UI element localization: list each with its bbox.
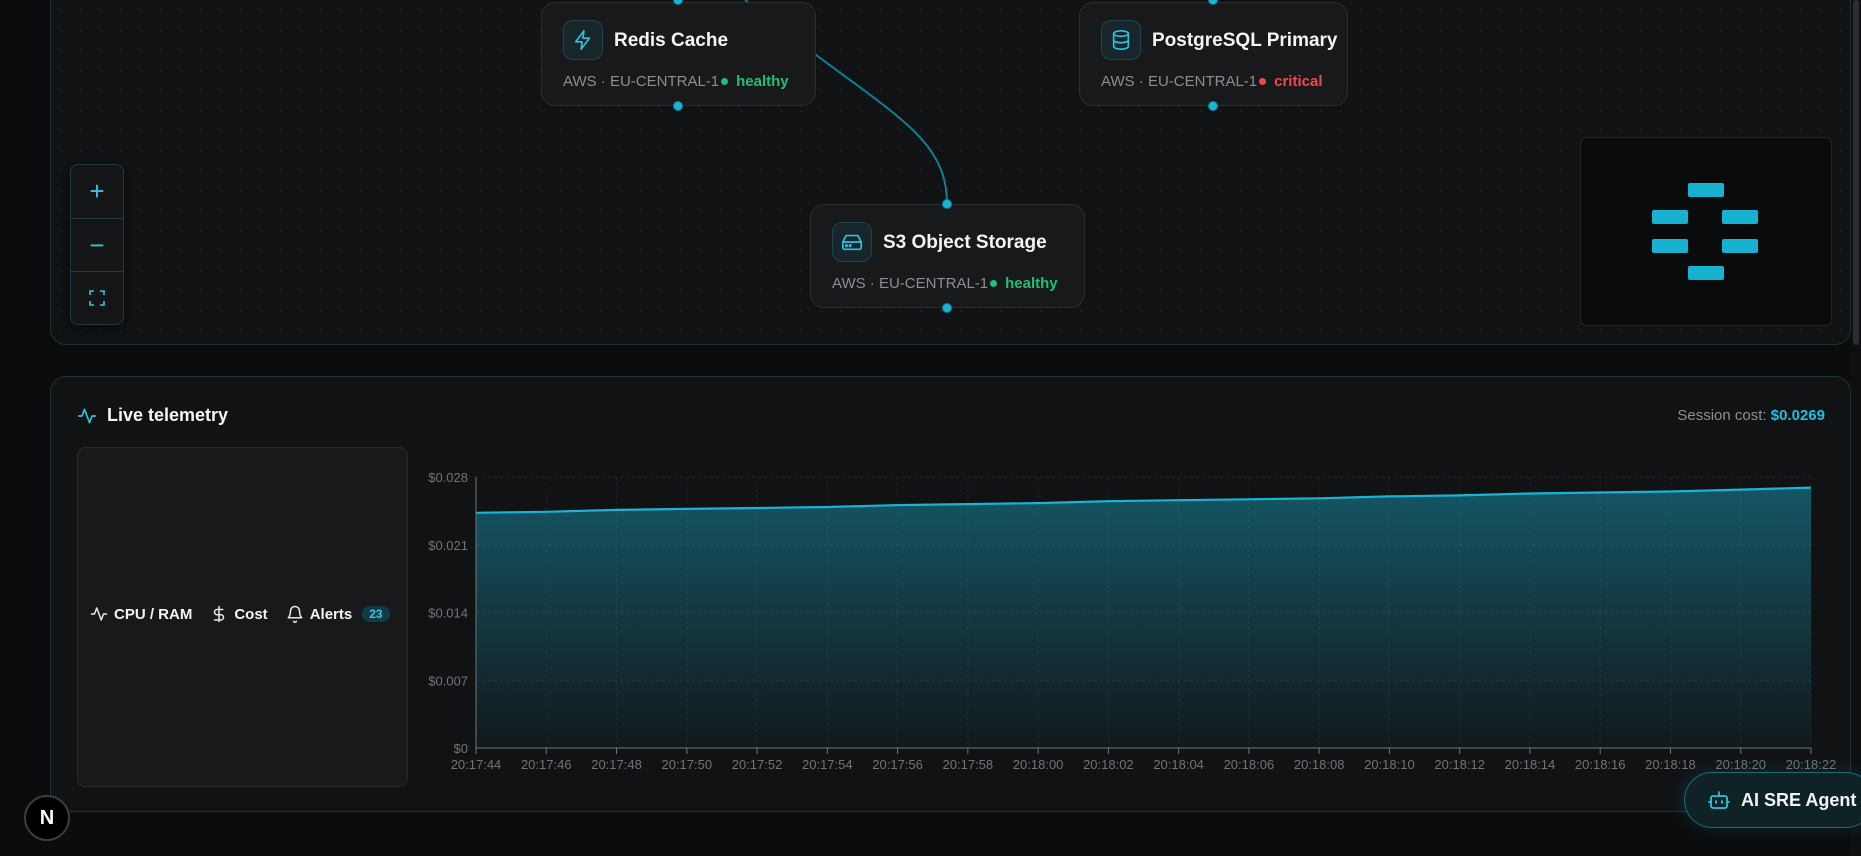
y-tick-label: $0.021 <box>428 538 468 553</box>
x-tick-label: 20:17:58 <box>943 757 994 772</box>
x-tick-label: 20:17:46 <box>521 757 572 772</box>
x-tick-label: 20:18:20 <box>1715 757 1766 772</box>
next-badge-label: N <box>39 806 55 829</box>
x-tick-label: 20:18:12 <box>1434 757 1485 772</box>
x-tick-label: 20:18:10 <box>1364 757 1415 772</box>
x-tick-label: 20:18:14 <box>1505 757 1556 772</box>
x-tick-label: 20:18:18 <box>1645 757 1696 772</box>
bot-icon <box>1708 791 1730 809</box>
x-tick-label: 20:17:54 <box>802 757 853 772</box>
agent-button-label: AI SRE Agent <box>1741 789 1857 810</box>
x-tick-label: 20:17:52 <box>732 757 783 772</box>
x-tick-label: 20:18:02 <box>1083 757 1134 772</box>
x-tick-label: 20:17:56 <box>872 757 923 772</box>
y-tick-label: $0 <box>454 741 468 756</box>
y-tick-label: $0.007 <box>428 673 468 688</box>
y-tick-label: $0.028 <box>428 470 468 485</box>
x-tick-label: 20:18:22 <box>1786 757 1837 772</box>
y-tick-label: $0.014 <box>428 606 468 621</box>
x-tick-label: 20:18:06 <box>1224 757 1275 772</box>
x-tick-label: 20:18:16 <box>1575 757 1626 772</box>
series-area <box>476 487 1811 748</box>
x-tick-label: 20:17:48 <box>591 757 642 772</box>
ai-sre-agent-button[interactable]: AI SRE Agent <box>1684 772 1861 828</box>
x-tick-label: 20:18:08 <box>1294 757 1345 772</box>
cost-chart: $0 $0.007 $0.014 $0.021 $0.028 20:17:44 20:17:… <box>428 470 1837 772</box>
x-tick-label: 20:17:44 <box>451 757 502 772</box>
next-badge[interactable]: N <box>24 795 70 841</box>
x-tick-label: 20:18:04 <box>1153 757 1204 772</box>
x-tick-label: 20:18:00 <box>1013 757 1064 772</box>
x-tick-label: 20:17:50 <box>661 757 712 772</box>
